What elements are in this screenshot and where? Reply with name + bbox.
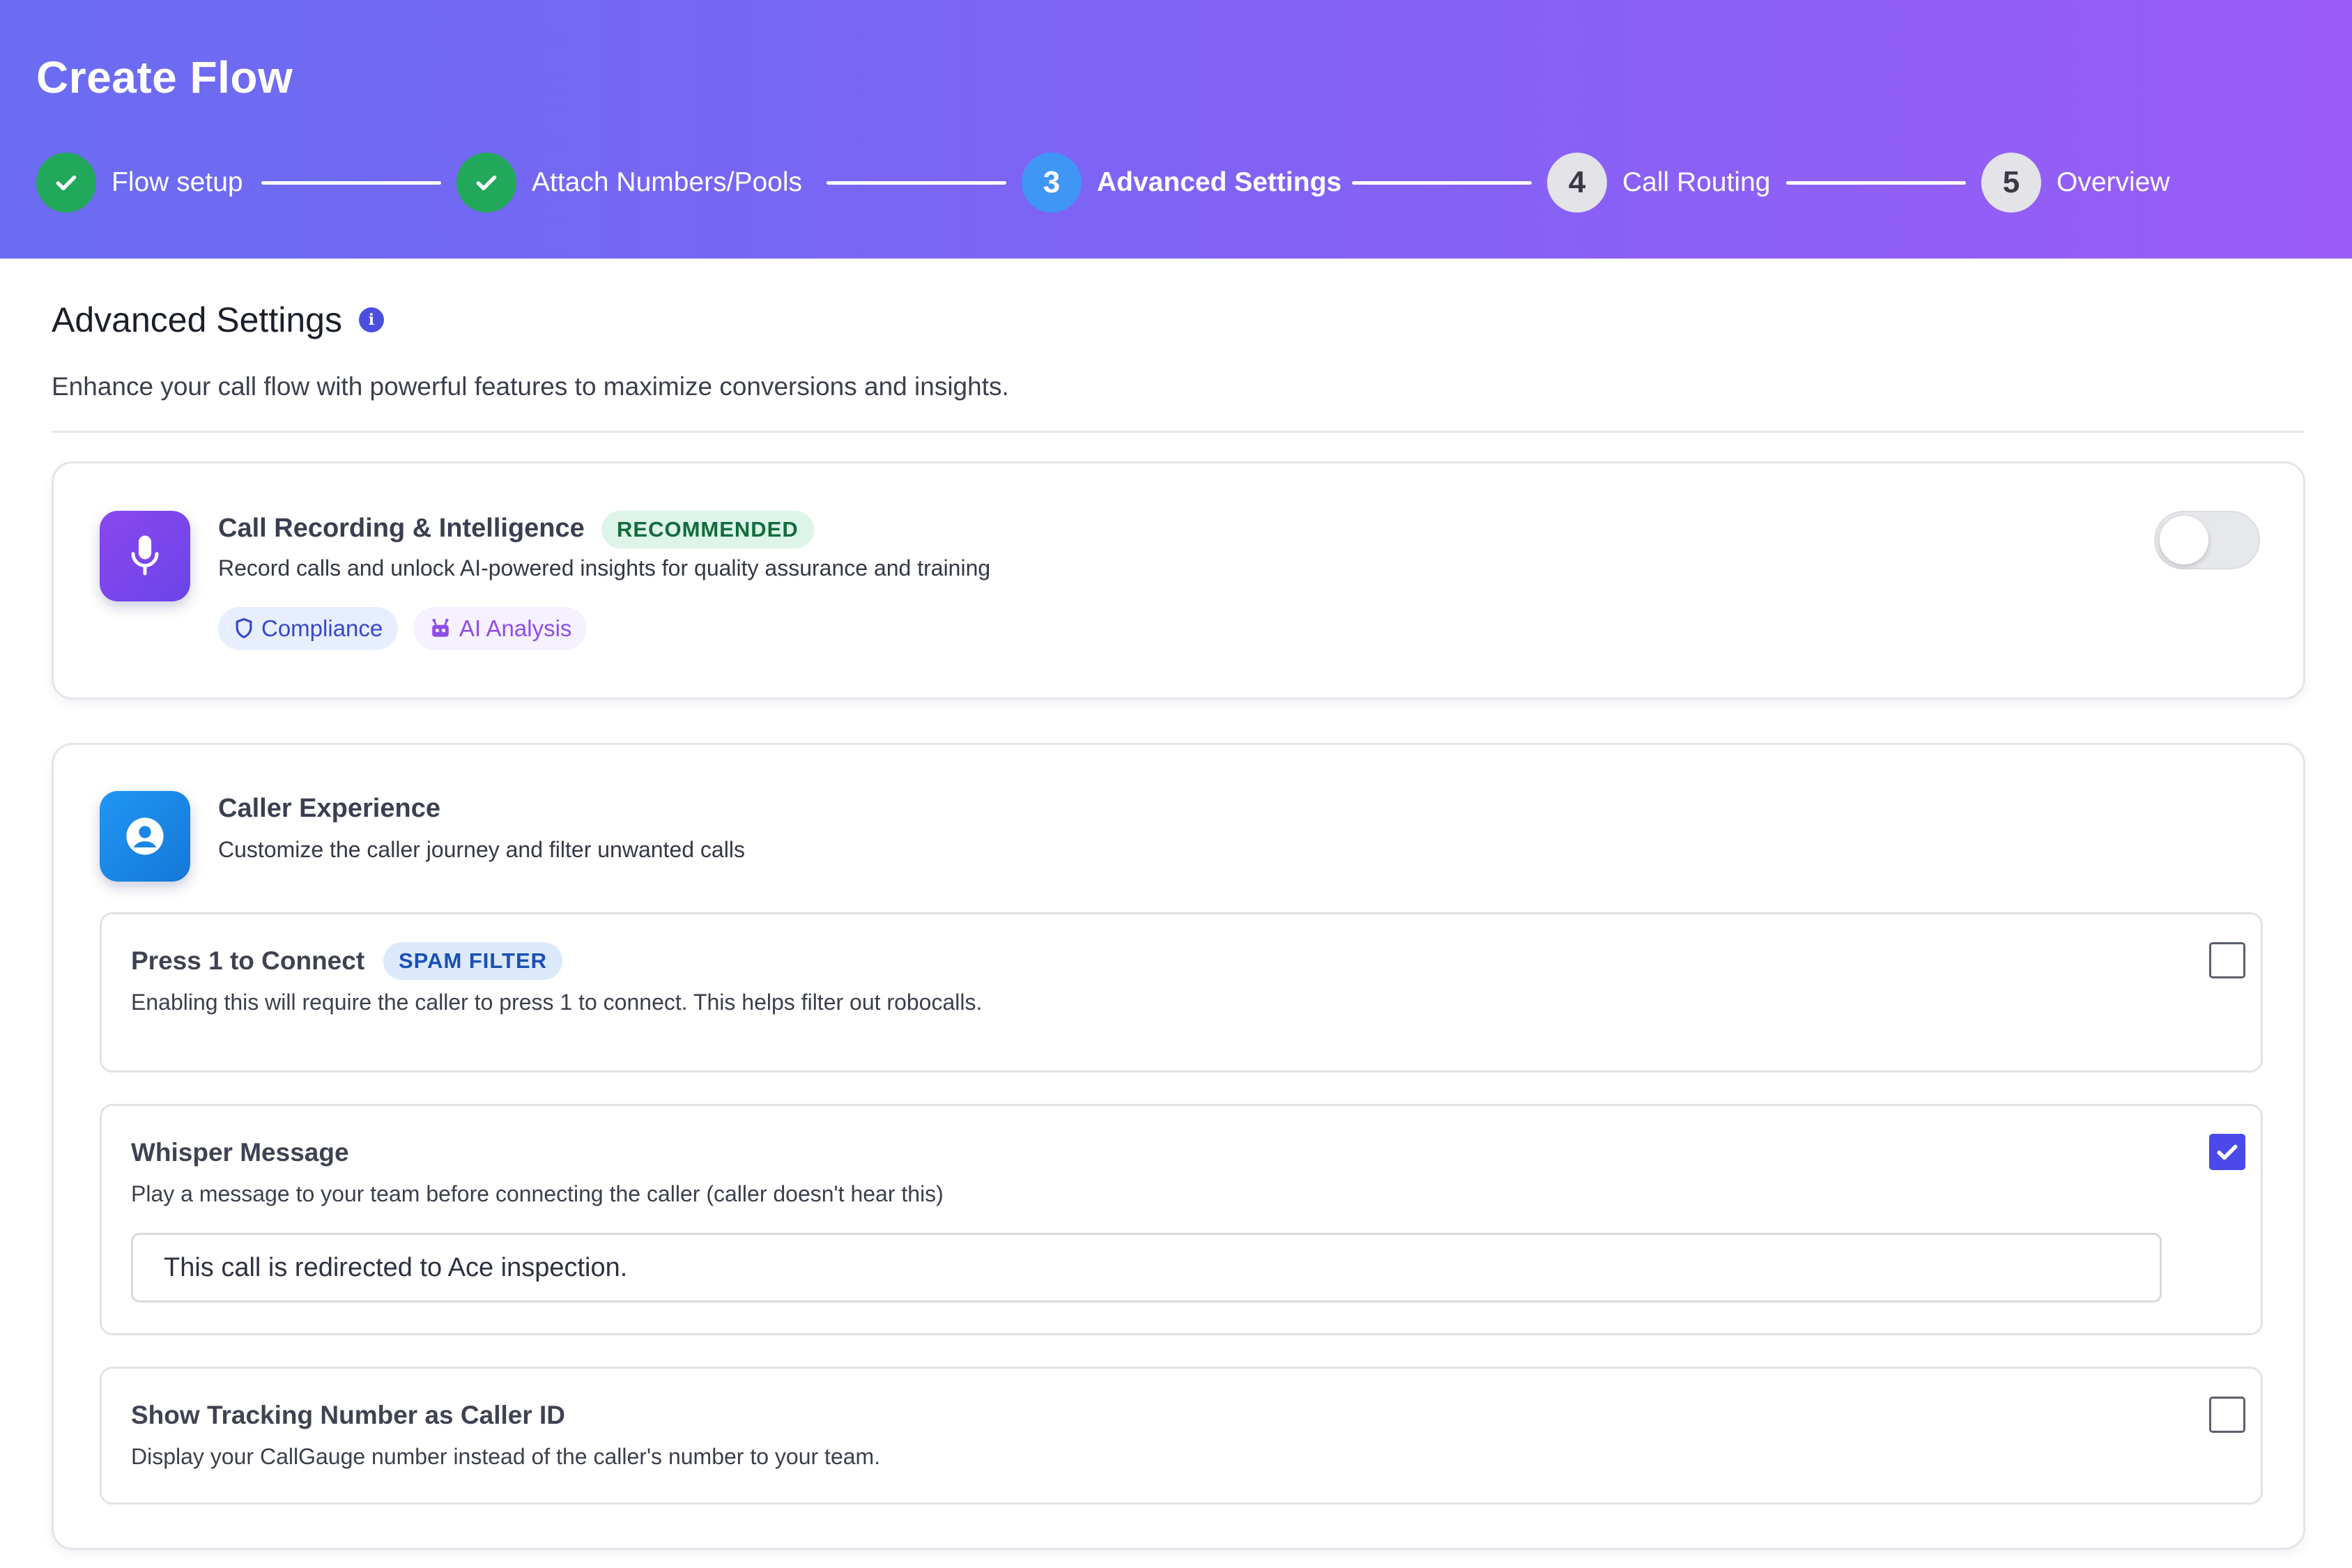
compliance-chip: Compliance — [218, 607, 399, 650]
step-call-routing[interactable]: 4 Call Routing — [1547, 152, 1770, 213]
step-number: 3 — [1022, 153, 1082, 213]
step-connector — [1786, 181, 1966, 185]
spam-filter-badge: SPAM FILTER — [383, 942, 563, 980]
robot-icon — [429, 618, 452, 639]
whisper-message-checkbox[interactable] — [2209, 1134, 2245, 1170]
divider — [52, 431, 2304, 433]
step-label: Advanced Settings — [1097, 167, 1342, 197]
user-circle-icon — [100, 791, 190, 882]
card-subtitle: Customize the caller journey and filter … — [218, 837, 745, 862]
step-attach-numbers[interactable]: Attach Numbers/Pools — [456, 152, 802, 213]
card-title: Call Recording & Intelligence — [218, 514, 585, 543]
step-connector — [261, 181, 441, 185]
step-connector — [1352, 181, 1532, 185]
step-connector — [827, 181, 1006, 185]
option-title: Show Tracking Number as Caller ID — [131, 1401, 566, 1429]
chip-label: Compliance — [261, 615, 383, 641]
step-advanced-settings[interactable]: 3 Advanced Settings — [1022, 152, 1342, 213]
check-icon — [36, 153, 96, 213]
card-subtitle: Record calls and unlock AI-powered insig… — [218, 555, 991, 581]
option-title: Press 1 to Connect — [131, 946, 365, 975]
step-label: Flow setup — [112, 167, 243, 197]
option-description: Play a message to your team before conne… — [131, 1181, 944, 1206]
step-flow-setup[interactable]: Flow setup — [36, 152, 243, 213]
step-number: 4 — [1547, 153, 1607, 213]
option-title: Whisper Message — [131, 1138, 349, 1167]
step-label: Call Routing — [1622, 167, 1771, 197]
header-banner: Create Flow Flow setup Attach Numbers/Po… — [0, 0, 2352, 259]
step-overview[interactable]: 5 Overview — [1981, 152, 2170, 213]
caller-experience-card: Caller Experience Customize the caller j… — [52, 743, 2305, 1550]
recording-toggle[interactable] — [2154, 511, 2260, 569]
option-description: Enabling this will require the caller to… — [131, 990, 983, 1015]
option-description: Display your CallGauge number instead of… — [131, 1444, 881, 1469]
step-label: Overview — [2057, 167, 2170, 197]
check-icon — [2217, 1144, 2238, 1160]
step-number: 5 — [1981, 153, 2041, 213]
call-recording-card: Call Recording & Intelligence RECOMMENDE… — [52, 461, 2305, 700]
info-icon[interactable]: i — [358, 307, 384, 332]
check-icon — [456, 153, 516, 213]
whisper-message-input[interactable] — [131, 1233, 2162, 1302]
microphone-icon — [100, 511, 190, 601]
tracking-number-caller-id-option: Show Tracking Number as Caller ID Displa… — [100, 1367, 2263, 1505]
section-description: Enhance your call flow with powerful fea… — [52, 372, 1009, 401]
recommended-badge: RECOMMENDED — [601, 511, 814, 548]
shield-icon — [233, 617, 254, 640]
page-title: Create Flow — [36, 52, 293, 102]
tracking-number-checkbox[interactable] — [2209, 1397, 2245, 1433]
press-1-to-connect-option: Press 1 to Connect SPAM FILTER Enabling … — [100, 912, 2263, 1073]
chip-label: AI Analysis — [459, 615, 572, 641]
step-label: Attach Numbers/Pools — [532, 167, 803, 197]
press-1-checkbox[interactable] — [2209, 942, 2245, 978]
stepper: Flow setup Attach Numbers/Pools 3 Advanc… — [0, 152, 2352, 213]
whisper-message-option: Whisper Message Play a message to your t… — [100, 1104, 2263, 1335]
section-heading: Advanced Settings i — [52, 300, 384, 340]
toggle-knob — [2160, 516, 2208, 564]
ai-analysis-chip: AI Analysis — [413, 607, 587, 650]
section-title: Advanced Settings — [52, 300, 342, 339]
card-title: Caller Experience — [218, 794, 440, 823]
